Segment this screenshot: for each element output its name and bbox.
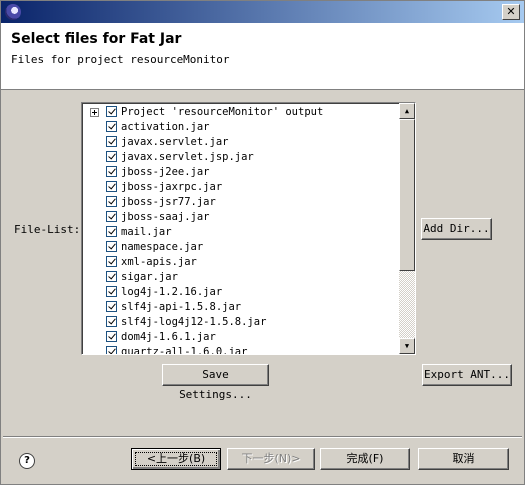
file-list-tree[interactable]: Project 'resourceMonitor' output activati… bbox=[81, 102, 416, 355]
file-list-item-label: jboss-saaj.jar bbox=[121, 211, 210, 223]
file-list-item[interactable]: sigar.jar bbox=[82, 270, 398, 285]
item-checkbox[interactable] bbox=[106, 211, 117, 222]
item-checkbox[interactable] bbox=[106, 166, 117, 177]
item-checkbox[interactable] bbox=[106, 286, 117, 297]
item-checkbox[interactable] bbox=[106, 121, 117, 132]
wizard-header: Select files for Fat Jar Files for proje… bbox=[1, 23, 524, 90]
file-list-item-label: dom4j-1.6.1.jar bbox=[121, 331, 216, 343]
export-ant-button[interactable]: Export ANT... bbox=[422, 364, 512, 386]
file-list-item-label: activation.jar bbox=[121, 121, 210, 133]
file-list-item[interactable]: mail.jar bbox=[82, 225, 398, 240]
item-checkbox[interactable] bbox=[106, 346, 117, 354]
file-list-item-label: slf4j-log4j12-1.5.8.jar bbox=[121, 316, 267, 328]
item-checkbox[interactable] bbox=[106, 301, 117, 312]
file-list-item[interactable]: jboss-jsr77.jar bbox=[82, 195, 398, 210]
file-list-item-label: sigar.jar bbox=[121, 271, 178, 283]
item-checkbox[interactable] bbox=[106, 136, 117, 147]
file-list-label: File-List: bbox=[14, 223, 81, 236]
file-list-item[interactable]: activation.jar bbox=[82, 120, 398, 135]
scroll-up-button[interactable]: ▲ bbox=[399, 103, 415, 119]
file-list-item-label: mail.jar bbox=[121, 226, 172, 238]
file-list-item[interactable]: javax.servlet.jar bbox=[82, 135, 398, 150]
page-title: Select files for Fat Jar bbox=[11, 31, 182, 47]
item-checkbox[interactable] bbox=[106, 241, 117, 252]
back-button[interactable]: <上一步(B) bbox=[131, 448, 221, 470]
help-icon[interactable]: ? bbox=[19, 453, 35, 469]
file-list-item[interactable]: jboss-jaxrpc.jar bbox=[82, 180, 398, 195]
item-checkbox[interactable] bbox=[106, 196, 117, 207]
file-list-item[interactable]: slf4j-log4j12-1.5.8.jar bbox=[82, 315, 398, 330]
file-list-item-label: namespace.jar bbox=[121, 241, 204, 253]
expand-icon[interactable] bbox=[90, 108, 99, 117]
file-list-item[interactable]: log4j-1.2.16.jar bbox=[82, 285, 398, 300]
next-button[interactable]: 下一步(N)> bbox=[227, 448, 315, 470]
file-list-item[interactable]: slf4j-api-1.5.8.jar bbox=[82, 300, 398, 315]
file-list-item-label: Project 'resourceMonitor' output bbox=[121, 106, 324, 118]
vertical-scrollbar[interactable]: ▲ ▼ bbox=[399, 103, 415, 354]
eclipse-icon bbox=[5, 4, 21, 20]
item-checkbox[interactable] bbox=[106, 271, 117, 282]
file-list-item[interactable]: Project 'resourceMonitor' output bbox=[82, 105, 398, 120]
file-list-item[interactable]: javax.servlet.jsp.jar bbox=[82, 150, 398, 165]
page-subtitle: Files for project resourceMonitor bbox=[11, 53, 230, 66]
item-checkbox[interactable] bbox=[106, 256, 117, 267]
item-checkbox[interactable] bbox=[106, 226, 117, 237]
scroll-thumb[interactable] bbox=[399, 119, 415, 271]
file-list-item[interactable]: jboss-j2ee.jar bbox=[82, 165, 398, 180]
add-dir-button[interactable]: Add Dir... bbox=[421, 218, 492, 240]
file-list-item-label: jboss-jaxrpc.jar bbox=[121, 181, 223, 193]
item-checkbox[interactable] bbox=[106, 331, 117, 342]
file-list-item[interactable]: namespace.jar bbox=[82, 240, 398, 255]
file-list-item[interactable]: quartz-all-1.6.0.jar bbox=[82, 345, 398, 354]
file-list-item[interactable]: xml-apis.jar bbox=[82, 255, 398, 270]
scroll-down-button[interactable]: ▼ bbox=[399, 338, 415, 354]
file-list-item-label: log4j-1.2.16.jar bbox=[121, 286, 223, 298]
file-list-item-label: xml-apis.jar bbox=[121, 256, 197, 268]
save-settings-button[interactable]: Save Settings... bbox=[162, 364, 269, 401]
title-bar[interactable]: ✕ bbox=[1, 1, 524, 23]
item-checkbox[interactable] bbox=[106, 316, 117, 327]
file-list-item-label: quartz-all-1.6.0.jar bbox=[121, 346, 248, 354]
file-list-item-label: jboss-j2ee.jar bbox=[121, 166, 210, 178]
fat-jar-dialog: ✕ Select files for Fat Jar Files for pro… bbox=[0, 0, 525, 485]
close-button[interactable]: ✕ bbox=[502, 4, 520, 20]
file-list-item[interactable]: dom4j-1.6.1.jar bbox=[82, 330, 398, 345]
file-list-item-label: javax.servlet.jar bbox=[121, 136, 229, 148]
file-list-item-label: slf4j-api-1.5.8.jar bbox=[121, 301, 242, 313]
item-checkbox[interactable] bbox=[106, 181, 117, 192]
file-list-rows: Project 'resourceMonitor' output activati… bbox=[82, 103, 398, 354]
file-list-item-label: jboss-jsr77.jar bbox=[121, 196, 216, 208]
file-list-item[interactable]: jboss-saaj.jar bbox=[82, 210, 398, 225]
item-checkbox[interactable] bbox=[106, 151, 117, 162]
item-checkbox[interactable] bbox=[106, 106, 117, 117]
file-list-item-label: javax.servlet.jsp.jar bbox=[121, 151, 254, 163]
cancel-button[interactable]: 取消 bbox=[418, 448, 509, 470]
separator-highlight bbox=[3, 437, 522, 438]
finish-button[interactable]: 完成(F) bbox=[320, 448, 410, 470]
